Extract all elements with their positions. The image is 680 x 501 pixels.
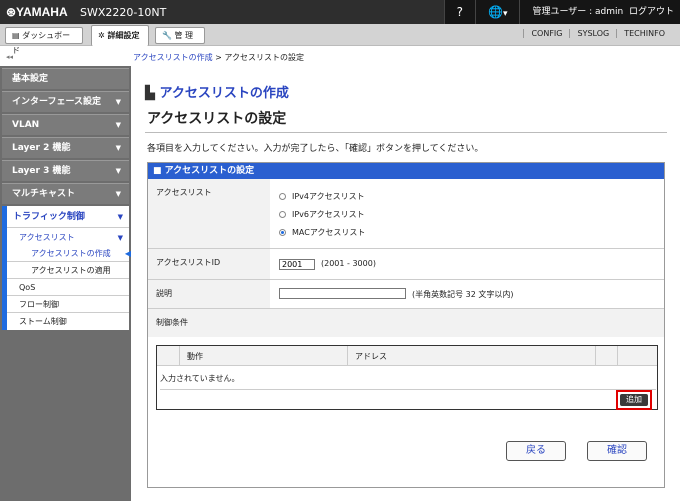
page-title: アクセスリストの設定 bbox=[147, 111, 287, 127]
sidebar-item-access-list-create[interactable]: アクセスリストの作成 ◀ bbox=[7, 246, 131, 262]
back-button[interactable]: 戻る bbox=[506, 441, 566, 461]
sidebar-item-access-list[interactable]: アクセスリスト ▼ bbox=[7, 230, 129, 246]
sidebar-item-flow-control[interactable]: フロー制御 bbox=[7, 296, 129, 313]
divider bbox=[145, 132, 667, 133]
acl-id-range: (2001 - 3000) bbox=[321, 259, 376, 268]
conditions-label: 制御条件 bbox=[148, 309, 664, 337]
sidebar-traffic-group: トラフィック制御 ▼ アクセスリスト ▼ アクセスリストの作成 ◀ アクセスリストの適… bbox=[2, 206, 131, 330]
breadcrumb: アクセスリストの作成 > アクセスリストの設定 bbox=[133, 53, 305, 62]
sidebar-item-qos[interactable]: QoS bbox=[7, 279, 129, 296]
settings-panel: ■ アクセスリストの設定 アクセスリスト IPv4アクセスリスト IPv6アクセ… bbox=[147, 162, 665, 488]
instructions: 各項目を入力してください。入力が完了したら、「確認」ボタンを押してください。 bbox=[147, 144, 484, 154]
description-hint: (半角英数記号 32 文字以内) bbox=[412, 290, 514, 299]
globe-icon: 🌐 bbox=[487, 5, 503, 19]
sidebar-item-access-list-apply[interactable]: アクセスリストの適用 bbox=[7, 262, 129, 279]
model-name: SWX2220-10NT bbox=[80, 6, 167, 19]
radio-ipv6[interactable]: IPv6アクセスリスト bbox=[279, 209, 365, 220]
add-button[interactable]: 追加 bbox=[620, 394, 648, 406]
sidebar-item-vlan[interactable]: VLAN ▼ bbox=[2, 114, 129, 135]
wrench-icon: 🔧 bbox=[162, 31, 175, 40]
tab-detail-settings[interactable]: ✲ 詳細設定 bbox=[91, 25, 149, 46]
description-label: 説明 bbox=[148, 280, 270, 308]
chevron-down-icon: ▼ bbox=[117, 213, 123, 221]
breadcrumb-link[interactable]: アクセスリストの作成 bbox=[133, 53, 213, 62]
collapse-sidebar-button[interactable]: ◂◂ bbox=[6, 53, 13, 61]
confirm-button[interactable]: 確認 bbox=[587, 441, 647, 461]
radio-mac[interactable]: MACアクセスリスト bbox=[279, 227, 365, 238]
table-header: 動作 アドレス bbox=[157, 346, 657, 366]
acl-type-row: アクセスリスト IPv4アクセスリスト IPv6アクセスリスト MACアクセスリ… bbox=[148, 179, 664, 249]
radio-ipv4[interactable]: IPv4アクセスリスト bbox=[279, 191, 365, 202]
description-row: 説明 (半角英数記号 32 文字以内) bbox=[148, 280, 664, 309]
sidebar-item-multicast[interactable]: マルチキャスト ▼ bbox=[2, 183, 129, 204]
breadcrumb-current: アクセスリストの設定 bbox=[224, 53, 305, 62]
add-button-highlight: 追加 bbox=[616, 390, 652, 410]
config-link[interactable]: CONFIG bbox=[523, 29, 569, 38]
chevron-down-icon: ▼ bbox=[115, 144, 121, 152]
active-marker-icon: ◀ bbox=[124, 249, 131, 258]
chevron-down-icon: ▼ bbox=[115, 121, 121, 129]
tab-dashboard[interactable]: ▤ ダッシュボード bbox=[5, 27, 83, 55]
gear-icon: ✲ bbox=[98, 31, 108, 40]
sidebar: 基本設定 インターフェース設定 ▼ VLAN ▼ Layer 2 機能 ▼ Layer… bbox=[0, 66, 131, 501]
logout-link[interactable]: ログアウト bbox=[629, 7, 674, 17]
sidebar-item-basic[interactable]: 基本設定 bbox=[2, 68, 129, 89]
chevron-down-icon: ▼ bbox=[115, 167, 121, 175]
techinfo-link[interactable]: TECHINFO bbox=[616, 29, 672, 38]
user-label: 管理ユーザー : admin bbox=[532, 7, 624, 17]
help-button[interactable]: ? bbox=[443, 0, 475, 24]
acl-id-row: アクセスリストID (2001 - 3000) bbox=[148, 249, 664, 280]
description-input[interactable] bbox=[279, 288, 406, 299]
sidebar-item-storm-control[interactable]: ストーム制御 bbox=[7, 313, 129, 330]
tab-bar: ▤ ダッシュボード ✲ 詳細設定 🔧 管 理 CONFIG SYSLOG TEC… bbox=[0, 24, 680, 55]
chevron-down-icon: ▼ bbox=[115, 98, 121, 106]
dashboard-icon: ▤ bbox=[12, 31, 23, 40]
yamaha-logo: ⊛YAMAHA bbox=[6, 5, 68, 19]
sidebar-item-traffic[interactable]: トラフィック制御 ▼ bbox=[7, 206, 129, 228]
column-address: アドレス bbox=[355, 352, 387, 361]
acl-id-label: アクセスリストID bbox=[148, 249, 270, 279]
chevron-down-icon: ▾ bbox=[502, 9, 508, 19]
document-icon: ▙ bbox=[145, 86, 160, 101]
sidebar-item-layer3[interactable]: Layer 3 機能 ▼ bbox=[2, 160, 129, 181]
conditions-table: 動作 アドレス 入力されていません。 追加 bbox=[156, 345, 658, 410]
acl-id-input[interactable] bbox=[279, 259, 315, 270]
top-bar: ⊛YAMAHA SWX2220-10NT ? 🌐▾ 管理ユーザー : admin… bbox=[0, 0, 680, 24]
section-title: ▙ アクセスリストの作成 bbox=[145, 86, 289, 101]
sidebar-item-interface[interactable]: インターフェース設定 ▼ bbox=[2, 91, 129, 112]
column-action: 動作 bbox=[187, 352, 203, 361]
chevron-down-icon: ▼ bbox=[115, 190, 121, 198]
empty-message: 入力されていません。 bbox=[160, 373, 656, 390]
language-button[interactable]: 🌐▾ bbox=[474, 0, 519, 24]
tab-management[interactable]: 🔧 管 理 bbox=[155, 27, 205, 44]
panel-title: ■ アクセスリストの設定 bbox=[148, 163, 664, 179]
acl-type-label: アクセスリスト bbox=[148, 179, 270, 248]
sidebar-item-layer2[interactable]: Layer 2 機能 ▼ bbox=[2, 137, 129, 158]
chevron-down-icon: ▼ bbox=[117, 234, 123, 242]
syslog-link[interactable]: SYSLOG bbox=[569, 29, 616, 38]
